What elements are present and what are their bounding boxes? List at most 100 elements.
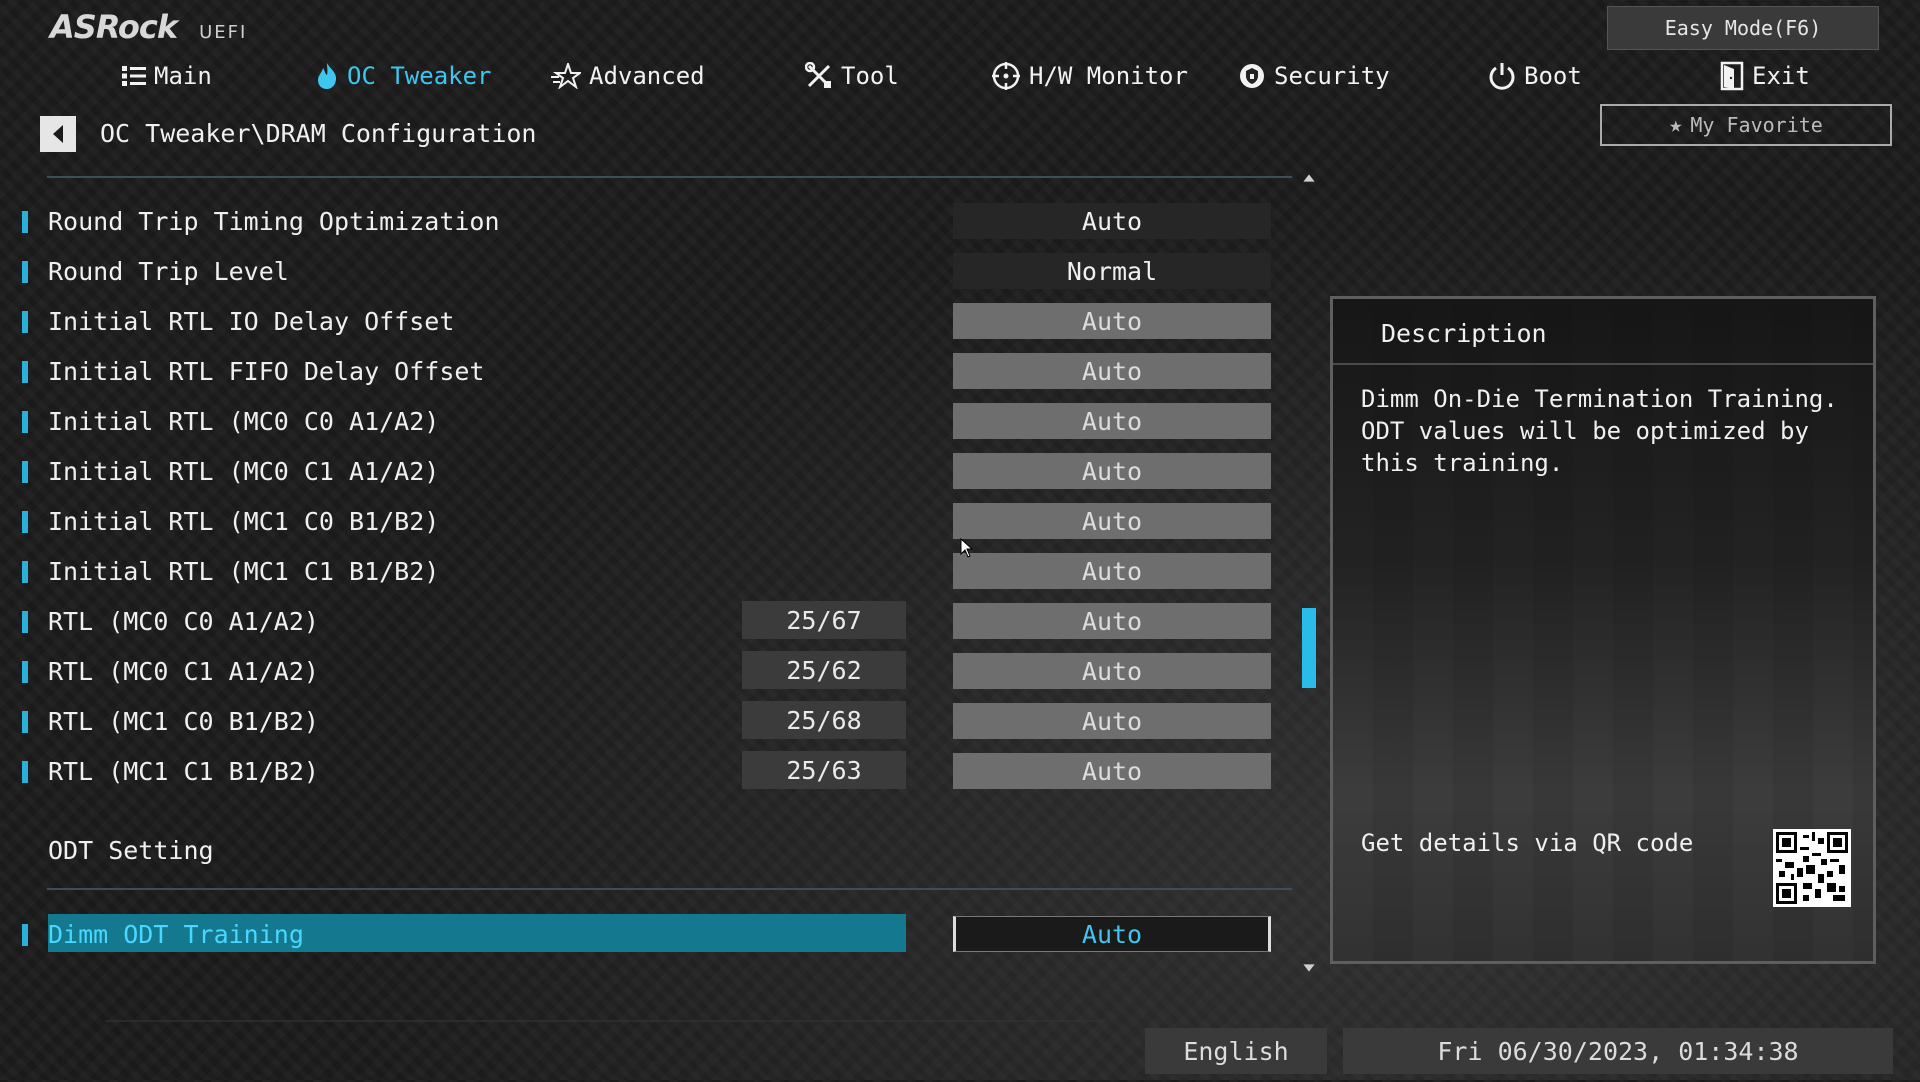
setting-value-dropdown[interactable]: Auto — [953, 503, 1271, 539]
setting-row[interactable]: RTL (MC1 C0 B1/B2) 25/68 Auto — [20, 701, 1276, 741]
tab-oc-tweaker-label: OC Tweaker — [347, 62, 492, 90]
scrollbar[interactable] — [1302, 175, 1316, 975]
tab-main[interactable]: Main — [122, 56, 212, 96]
setting-label: Initial RTL (MC1 C0 B1/B2) — [48, 507, 440, 536]
setting-label: Round Trip Timing Optimization — [48, 207, 500, 236]
tab-exit[interactable]: Exit — [1720, 56, 1810, 96]
row-marker — [22, 661, 28, 683]
setting-row[interactable]: Initial RTL (MC1 C0 B1/B2) Auto — [20, 501, 1276, 541]
current-value: 25/62 — [742, 651, 906, 689]
current-value: 25/67 — [742, 601, 906, 639]
tab-hw-monitor[interactable]: H/W Monitor — [991, 56, 1188, 96]
tab-advanced-label: Advanced — [589, 62, 705, 90]
setting-label: Initial RTL (MC0 C0 A1/A2) — [48, 407, 440, 436]
setting-label: Initial RTL IO Delay Offset — [48, 307, 455, 336]
setting-value-dropdown[interactable]: Auto — [953, 753, 1271, 789]
logo-brand: ASRock — [50, 8, 178, 46]
tab-security[interactable]: Security — [1238, 56, 1390, 96]
row-marker — [22, 761, 28, 783]
setting-row[interactable]: Initial RTL (MC0 C1 A1/A2) Auto — [20, 451, 1276, 491]
back-arrow-icon — [53, 125, 63, 143]
setting-row[interactable]: RTL (MC1 C1 B1/B2) 25/63 Auto — [20, 751, 1276, 791]
language-selector[interactable]: English — [1145, 1028, 1327, 1074]
setting-value-dropdown[interactable]: Auto — [953, 916, 1271, 952]
setting-value-dropdown[interactable]: Auto — [953, 653, 1271, 689]
setting-row[interactable]: Initial RTL (MC0 C0 A1/A2) Auto — [20, 401, 1276, 441]
row-marker — [22, 261, 28, 283]
row-marker — [22, 461, 28, 483]
target-icon — [992, 62, 1020, 90]
my-favorite-label: My Favorite — [1690, 113, 1823, 137]
power-icon — [1489, 63, 1515, 90]
favorite-star-icon: ★ — [1669, 112, 1683, 138]
scroll-thumb[interactable] — [1302, 608, 1316, 688]
tab-boot[interactable]: Boot — [1488, 56, 1582, 96]
tab-advanced[interactable]: Advanced — [551, 56, 705, 96]
my-favorite-button[interactable]: ★ My Favorite — [1600, 104, 1892, 146]
setting-value-dropdown[interactable]: Auto — [953, 703, 1271, 739]
row-marker — [22, 211, 28, 233]
row-marker — [22, 924, 28, 946]
flame-icon — [318, 63, 337, 89]
setting-label: Initial RTL (MC1 C1 B1/B2) — [48, 557, 440, 586]
tab-security-label: Security — [1274, 62, 1390, 90]
setting-label: Round Trip Level — [48, 257, 289, 286]
setting-value-dropdown[interactable]: Auto — [953, 303, 1271, 339]
row-marker — [22, 511, 28, 533]
section-heading-odt: ODT Setting — [48, 836, 214, 865]
setting-label: RTL (MC1 C0 B1/B2) — [48, 707, 319, 736]
row-marker — [22, 311, 28, 333]
qr-code[interactable] — [1773, 829, 1851, 907]
tools-icon — [805, 62, 831, 88]
tab-boot-label: Boot — [1524, 62, 1582, 90]
description-text: Dimm On-Die Termination Training. ODT va… — [1361, 385, 1838, 477]
setting-label: Dimm ODT Training — [48, 920, 304, 949]
logo: ASRock UEFI — [50, 8, 247, 46]
tab-tool-label: Tool — [841, 62, 899, 90]
setting-row[interactable]: Initial RTL (MC1 C1 B1/B2) Auto — [20, 551, 1276, 591]
back-button[interactable] — [40, 116, 76, 152]
setting-value-dropdown[interactable]: Auto — [953, 203, 1271, 239]
setting-row[interactable]: RTL (MC0 C0 A1/A2) 25/67 Auto — [20, 601, 1276, 641]
datetime-display: Fri 06/30/2023, 01:34:38 — [1343, 1028, 1893, 1074]
setting-value-dropdown[interactable]: Auto — [953, 353, 1271, 389]
top-divider — [47, 176, 1292, 178]
qr-label: Get details via QR code — [1361, 829, 1694, 857]
setting-label: RTL (MC0 C1 A1/A2) — [48, 657, 319, 686]
tab-hw-monitor-label: H/W Monitor — [1029, 62, 1188, 90]
setting-row[interactable]: Round Trip Level Normal — [20, 251, 1276, 291]
row-marker — [22, 611, 28, 633]
star-icon — [551, 63, 581, 89]
setting-row[interactable]: Round Trip Timing Optimization Auto — [20, 201, 1276, 241]
setting-value-dropdown[interactable]: Normal — [953, 253, 1271, 289]
logo-uefi: UEFI — [199, 22, 248, 43]
tab-main-label: Main — [154, 62, 212, 90]
setting-value-dropdown[interactable]: Auto — [953, 453, 1271, 489]
setting-value-dropdown[interactable]: Auto — [953, 403, 1271, 439]
setting-label: Initial RTL FIFO Delay Offset — [48, 357, 485, 386]
mouse-cursor-icon — [960, 538, 974, 558]
description-divider — [1333, 363, 1873, 365]
floor-decoration — [53, 1020, 1107, 1082]
easy-mode-button[interactable]: Easy Mode(F6) — [1607, 6, 1879, 50]
setting-label: RTL (MC0 C0 A1/A2) — [48, 607, 319, 636]
tab-tool[interactable]: Tool — [805, 56, 899, 96]
shield-icon — [1240, 64, 1264, 88]
breadcrumb: OC Tweaker\DRAM Configuration — [100, 119, 537, 148]
tab-exit-label: Exit — [1752, 62, 1810, 90]
tab-oc-tweaker[interactable]: OC Tweaker — [315, 56, 492, 96]
setting-label: RTL (MC1 C1 B1/B2) — [48, 757, 319, 786]
description-title: Description — [1381, 319, 1547, 348]
setting-value-dropdown[interactable]: Auto — [953, 553, 1271, 589]
current-value: 25/68 — [742, 701, 906, 739]
section-divider — [47, 888, 1292, 890]
setting-row[interactable]: Initial RTL FIFO Delay Offset Auto — [20, 351, 1276, 391]
setting-label: Initial RTL (MC0 C1 A1/A2) — [48, 457, 440, 486]
row-marker — [22, 561, 28, 583]
setting-row-dimm-odt-training[interactable]: Dimm ODT Training Auto — [20, 914, 1276, 954]
setting-row[interactable]: RTL (MC0 C1 A1/A2) 25/62 Auto — [20, 651, 1276, 691]
setting-row[interactable]: Initial RTL IO Delay Offset Auto — [20, 301, 1276, 341]
setting-value-dropdown[interactable]: Auto — [953, 603, 1271, 639]
row-marker — [22, 411, 28, 433]
description-panel: Description Dimm On-Die Termination Trai… — [1330, 296, 1876, 964]
